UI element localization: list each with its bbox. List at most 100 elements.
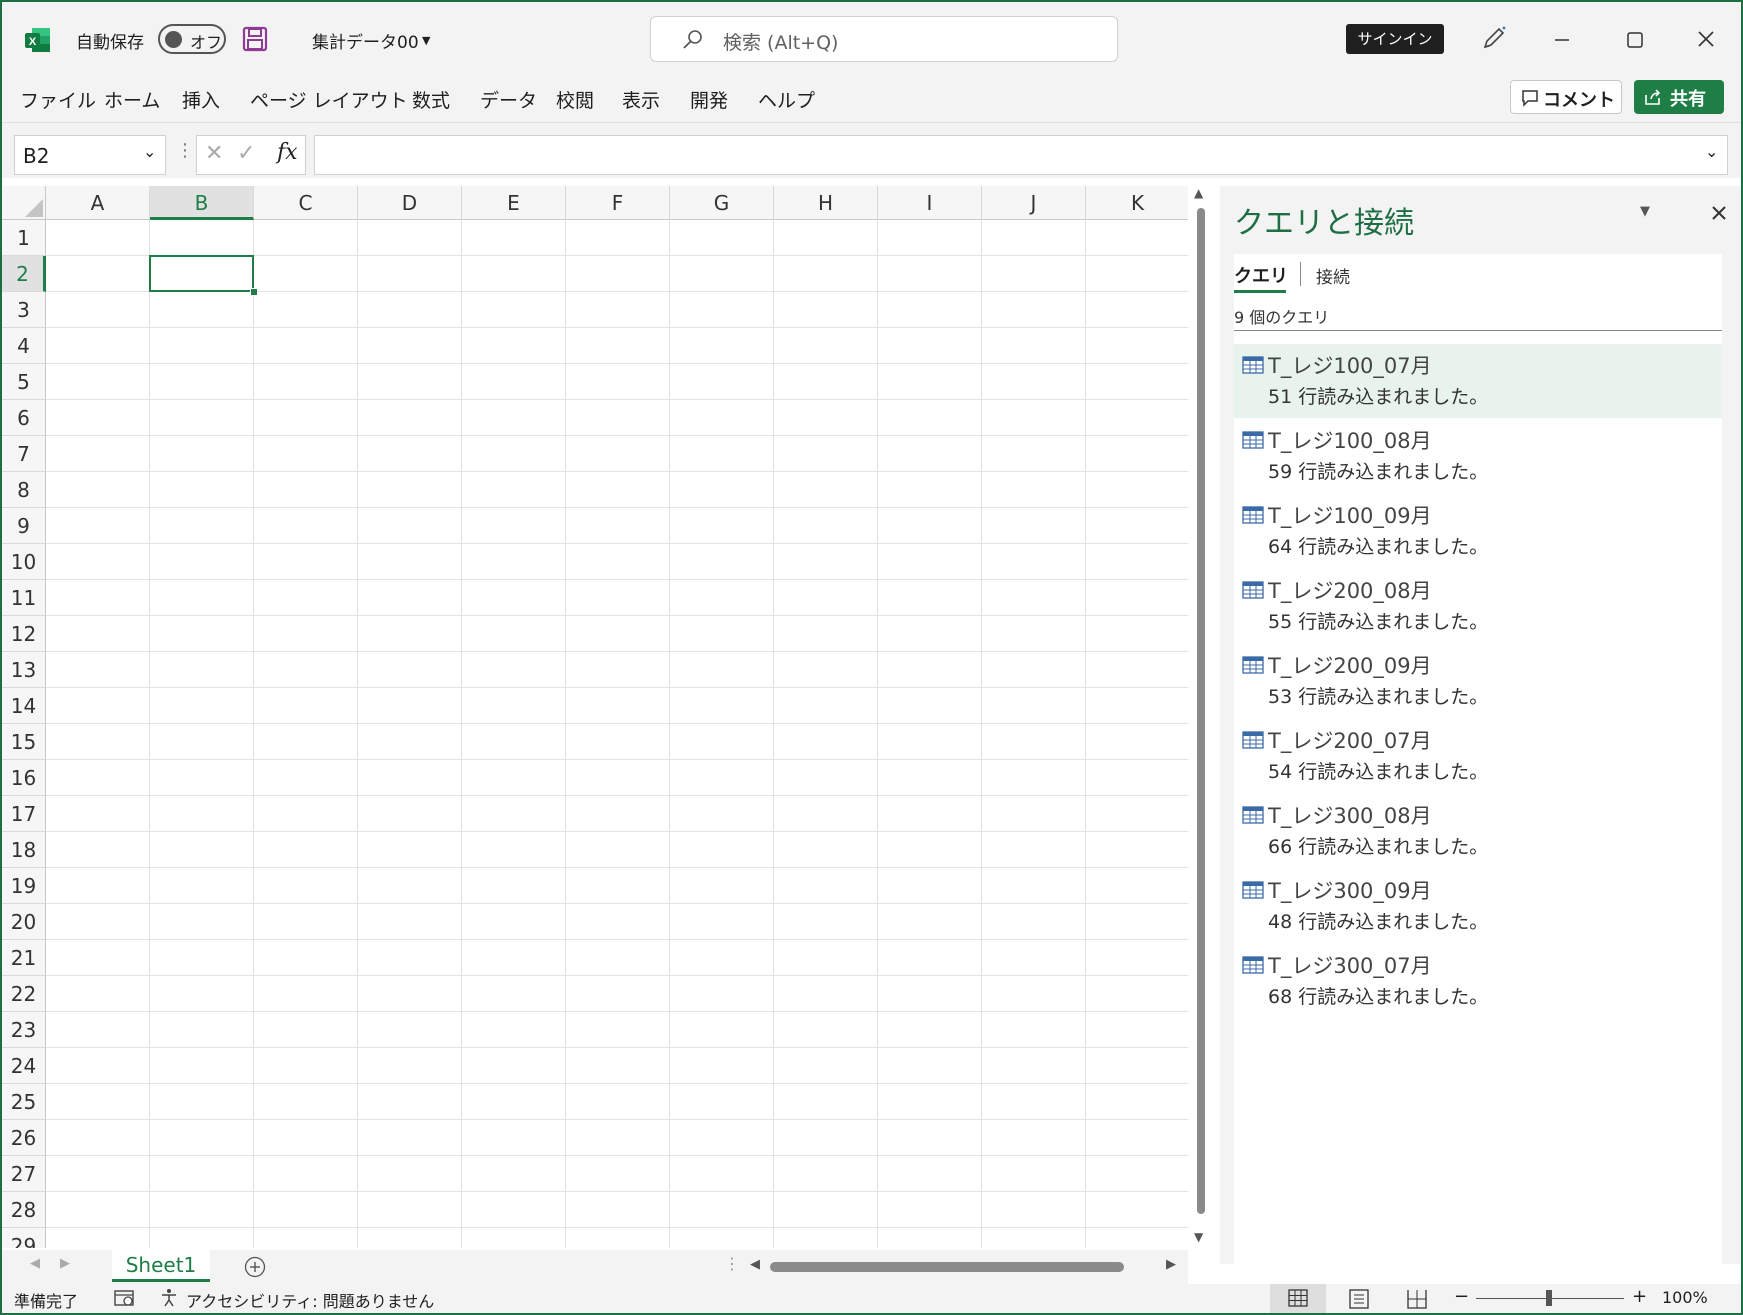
- scroll-down-icon[interactable]: ▼: [1194, 1230, 1203, 1244]
- row-header-12[interactable]: 12: [2, 616, 46, 652]
- chevron-down-icon[interactable]: ⌄: [143, 142, 156, 161]
- tab-connections[interactable]: 接続: [1316, 263, 1350, 288]
- row-header-20[interactable]: 20: [2, 904, 46, 940]
- accessibility-status[interactable]: アクセシビリティ: 問題ありません: [186, 1288, 434, 1312]
- horizontal-scroll-thumb[interactable]: [770, 1262, 1124, 1272]
- row-header-8[interactable]: 8: [2, 472, 46, 508]
- page-break-view-icon[interactable]: [1406, 1289, 1428, 1309]
- scroll-left-icon[interactable]: ◀: [750, 1257, 760, 1272]
- tab-file[interactable]: ファイル: [20, 86, 96, 113]
- row-header-21[interactable]: 21: [2, 940, 46, 976]
- column-header-h[interactable]: H: [774, 186, 878, 220]
- name-box[interactable]: B2 ⌄: [14, 135, 166, 175]
- scroll-up-icon[interactable]: ▲: [1194, 186, 1203, 200]
- column-header-g[interactable]: G: [670, 186, 774, 220]
- close-pane-icon[interactable]: [1710, 204, 1728, 222]
- tab-developer[interactable]: 開発: [690, 86, 728, 113]
- expand-formula-icon[interactable]: ⌄: [1705, 142, 1718, 161]
- tab-help[interactable]: ヘルプ: [758, 86, 815, 113]
- row-header-4[interactable]: 4: [2, 328, 46, 364]
- row-header-14[interactable]: 14: [2, 688, 46, 724]
- query-item[interactable]: T_レジ300_07月 68 行読み込まれました。: [1234, 944, 1722, 1018]
- query-item[interactable]: T_レジ100_08月 59 行読み込まれました。: [1234, 419, 1722, 493]
- vertical-scroll-thumb[interactable]: [1197, 208, 1205, 1214]
- fill-handle[interactable]: [250, 288, 258, 296]
- column-header-i[interactable]: I: [878, 186, 982, 220]
- maximize-icon[interactable]: [1614, 22, 1654, 58]
- zoom-slider-thumb[interactable]: [1546, 1290, 1552, 1306]
- worksheet-grid[interactable]: A B C D E F G H I J K 1 2 3 4 5 6 7 8 9 10 11 12 13 14 15 16 17 18 19…: [2, 186, 1188, 1248]
- column-header-k[interactable]: K: [1086, 186, 1188, 220]
- row-header-29[interactable]: 29: [2, 1228, 46, 1248]
- tab-review[interactable]: 校閲: [556, 86, 594, 113]
- row-header-11[interactable]: 11: [2, 580, 46, 616]
- query-item[interactable]: T_レジ200_07月 54 行読み込まれました。: [1234, 719, 1722, 793]
- row-header-26[interactable]: 26: [2, 1120, 46, 1156]
- row-header-3[interactable]: 3: [2, 292, 46, 328]
- row-header-19[interactable]: 19: [2, 868, 46, 904]
- row-header-1[interactable]: 1: [2, 220, 46, 256]
- row-header-7[interactable]: 7: [2, 436, 46, 472]
- zoom-in-icon[interactable]: +: [1632, 1286, 1647, 1307]
- sheet-next-icon[interactable]: ▶: [60, 1256, 70, 1271]
- signin-button[interactable]: サインイン: [1346, 24, 1444, 54]
- column-header-f[interactable]: F: [566, 186, 670, 220]
- autosave-toggle[interactable]: オフ: [158, 24, 226, 54]
- row-header-16[interactable]: 16: [2, 760, 46, 796]
- query-item[interactable]: T_レジ200_08月 55 行読み込まれました。: [1234, 569, 1722, 643]
- column-header-j[interactable]: J: [982, 186, 1086, 220]
- pane-options-icon[interactable]: ▼: [1640, 204, 1650, 219]
- query-item[interactable]: T_レジ200_09月 53 行読み込まれました。: [1234, 644, 1722, 718]
- row-header-22[interactable]: 22: [2, 976, 46, 1012]
- more-options-icon[interactable]: ⋮: [176, 140, 194, 161]
- tab-formulas[interactable]: 数式: [412, 86, 450, 113]
- tab-queries[interactable]: クエリ: [1234, 262, 1288, 288]
- minimize-icon[interactable]: [1542, 22, 1582, 58]
- row-header-18[interactable]: 18: [2, 832, 46, 868]
- close-icon[interactable]: [1686, 22, 1726, 58]
- vertical-scrollbar[interactable]: ▲ ▼: [1190, 186, 1212, 1248]
- macro-record-icon[interactable]: [114, 1288, 136, 1308]
- query-item[interactable]: T_レジ100_09月 64 行読み込まれました。: [1234, 494, 1722, 568]
- row-header-23[interactable]: 23: [2, 1012, 46, 1048]
- select-all-corner[interactable]: [2, 186, 46, 220]
- column-header-c[interactable]: C: [254, 186, 358, 220]
- row-header-13[interactable]: 13: [2, 652, 46, 688]
- sheet-tab-sheet1[interactable]: Sheet1: [112, 1250, 210, 1282]
- normal-view-button[interactable]: [1270, 1284, 1326, 1313]
- column-header-b[interactable]: B: [150, 186, 254, 220]
- enter-check-icon[interactable]: ✓: [237, 141, 255, 166]
- save-icon[interactable]: [242, 26, 268, 52]
- row-header-24[interactable]: 24: [2, 1048, 46, 1084]
- cancel-icon[interactable]: ✕: [205, 141, 223, 166]
- insert-function-icon[interactable]: fx: [277, 140, 298, 165]
- chevron-down-icon[interactable]: ▼: [422, 34, 430, 47]
- add-sheet-icon[interactable]: [244, 1256, 266, 1278]
- share-button[interactable]: 共有: [1634, 80, 1724, 114]
- tab-home[interactable]: ホーム: [104, 86, 160, 113]
- row-header-2[interactable]: 2: [2, 256, 46, 292]
- scroll-right-icon[interactable]: ▶: [1166, 1257, 1176, 1272]
- row-header-28[interactable]: 28: [2, 1192, 46, 1228]
- column-header-d[interactable]: D: [358, 186, 462, 220]
- tab-insert[interactable]: 挿入: [182, 86, 220, 113]
- row-header-9[interactable]: 9: [2, 508, 46, 544]
- splitter-handle-icon[interactable]: ⋮: [724, 1254, 740, 1273]
- row-header-5[interactable]: 5: [2, 364, 46, 400]
- row-header-17[interactable]: 17: [2, 796, 46, 832]
- tab-page-layout[interactable]: ページ レイアウト: [250, 86, 408, 113]
- selected-cell[interactable]: [149, 255, 254, 292]
- row-header-10[interactable]: 10: [2, 544, 46, 580]
- row-header-15[interactable]: 15: [2, 724, 46, 760]
- column-header-e[interactable]: E: [462, 186, 566, 220]
- zoom-level[interactable]: 100%: [1662, 1288, 1708, 1307]
- row-header-25[interactable]: 25: [2, 1084, 46, 1120]
- query-item[interactable]: T_レジ300_08月 66 行読み込まれました。: [1234, 794, 1722, 868]
- query-item[interactable]: T_レジ300_09月 48 行読み込まれました。: [1234, 869, 1722, 943]
- tab-view[interactable]: 表示: [622, 86, 660, 113]
- formula-input[interactable]: ⌄: [314, 135, 1728, 175]
- zoom-out-icon[interactable]: −: [1454, 1286, 1469, 1307]
- file-name[interactable]: 集計データ00: [312, 28, 419, 53]
- sheet-prev-icon[interactable]: ◀: [30, 1256, 40, 1271]
- comment-button[interactable]: コメント: [1510, 80, 1622, 114]
